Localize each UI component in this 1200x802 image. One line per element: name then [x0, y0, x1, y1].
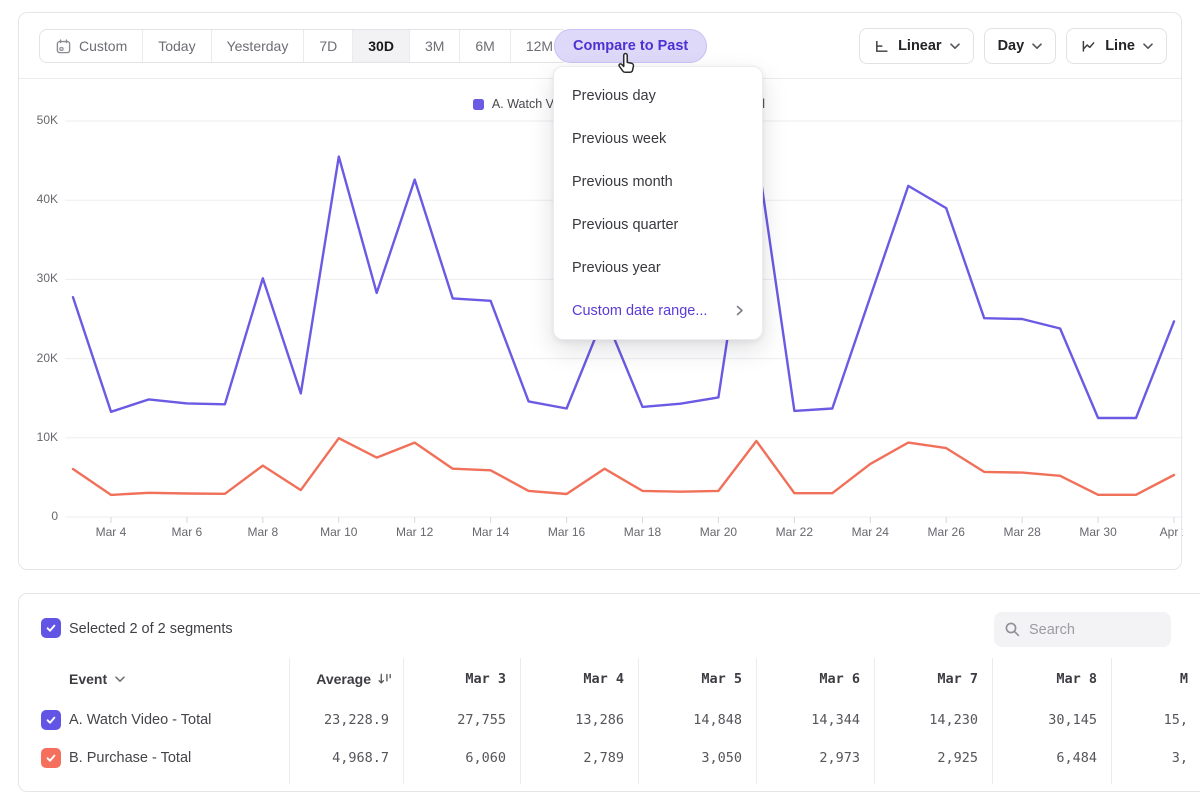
- date-range-label: 30D: [368, 38, 394, 54]
- date-column-header: Mar 8: [992, 665, 1111, 693]
- x-tick-label: Mar 20: [700, 525, 738, 539]
- value-cell: 14,230: [874, 706, 992, 734]
- chevron-right-icon: [736, 305, 744, 316]
- date-range-7d[interactable]: 7D: [304, 30, 353, 62]
- date-range-3m[interactable]: 3M: [410, 30, 460, 62]
- series-line: [73, 438, 1174, 495]
- chart-type-selector-button[interactable]: Line: [1066, 28, 1167, 64]
- value-cell: 2,925: [874, 744, 992, 772]
- search-icon: [1004, 621, 1021, 638]
- menu-item-previous-quarter[interactable]: Previous quarter: [554, 203, 762, 246]
- event-column-header[interactable]: Event: [69, 665, 125, 693]
- date-column-header: M: [1111, 665, 1188, 693]
- custom-date-range-label: Custom date range...: [572, 303, 707, 319]
- date-column-header: Mar 4: [520, 665, 638, 693]
- chevron-down-icon: [1032, 43, 1042, 50]
- x-tick-label: Mar 26: [928, 525, 966, 539]
- date-range-30d[interactable]: 30D: [353, 30, 410, 62]
- compare-to-past-menu: Previous dayPrevious weekPrevious monthP…: [553, 66, 763, 340]
- menu-item-previous-day[interactable]: Previous day: [554, 74, 762, 117]
- sort-descending-icon[interactable]: [378, 672, 393, 686]
- compare-to-past-button[interactable]: Compare to Past: [554, 29, 707, 63]
- x-tick-label: Mar 22: [776, 525, 814, 539]
- segment-row-label: A. Watch Video - Total: [69, 706, 211, 734]
- dashboard-page: Custom Today Yesterday 7D 30D 3M 6M 12M Compare…: [0, 0, 1200, 802]
- scale-selector-button[interactable]: Linear: [859, 28, 974, 64]
- value-cell: 3,: [1111, 744, 1188, 772]
- search-input[interactable]: [1029, 622, 1149, 638]
- chevron-down-icon: [1143, 43, 1153, 50]
- average-cell: 4,968.7: [289, 744, 403, 772]
- event-header-label: Event: [69, 671, 107, 687]
- date-range-segmented-control: Custom Today Yesterday 7D 30D 3M 6M 12M: [39, 29, 569, 63]
- chevron-down-icon: [950, 43, 960, 50]
- menu-item-previous-week[interactable]: Previous week: [554, 117, 762, 160]
- value-cell: 27,755: [403, 706, 520, 734]
- date-range-label: 7D: [319, 38, 337, 54]
- date-column-header: Mar 6: [756, 665, 874, 693]
- segment-row-checkbox[interactable]: [41, 748, 61, 768]
- date-range-label: Yesterday: [227, 38, 289, 54]
- segment-row-checkbox[interactable]: [41, 710, 61, 730]
- value-cell: 14,848: [638, 706, 756, 734]
- date-column-header: Mar 3: [403, 665, 520, 693]
- interval-selector-label: Day: [998, 38, 1025, 54]
- x-tick-label: Mar 18: [624, 525, 662, 539]
- x-tick-label: Mar 16: [548, 525, 586, 539]
- line-chart-icon: [1080, 38, 1097, 55]
- chart-type-selector-label: Line: [1105, 38, 1135, 54]
- menu-item-previous-month[interactable]: Previous month: [554, 160, 762, 203]
- date-range-custom[interactable]: Custom: [40, 30, 143, 62]
- value-cell: 30,145: [992, 706, 1111, 734]
- value-cell: 6,484: [992, 744, 1111, 772]
- date-range-label: 12M: [526, 38, 553, 54]
- x-tick-label: Mar 30: [1079, 525, 1117, 539]
- date-range-label: 6M: [475, 38, 494, 54]
- average-column-header[interactable]: Average: [289, 665, 403, 693]
- scale-selector-label: Linear: [898, 38, 942, 54]
- date-range-6m[interactable]: 6M: [460, 30, 510, 62]
- date-column-header: Mar 5: [638, 665, 756, 693]
- x-tick-label: Mar 12: [396, 525, 434, 539]
- value-cell: 14,344: [756, 706, 874, 734]
- segments-card: Selected 2 of 2 segments Event Average Mar…: [18, 593, 1200, 792]
- x-tick-label: Mar 10: [320, 525, 358, 539]
- check-icon: [45, 622, 57, 634]
- value-cell: 15,: [1111, 706, 1188, 734]
- x-tick-label: Mar 28: [1003, 525, 1041, 539]
- average-header-label: Average: [316, 671, 371, 687]
- check-icon: [45, 714, 57, 726]
- value-cell: 2,789: [520, 744, 638, 772]
- x-tick-label: Mar 4: [96, 525, 127, 539]
- date-range-label: 3M: [425, 38, 444, 54]
- date-range-label: Custom: [79, 38, 127, 54]
- x-tick-label: Apr 1: [1160, 525, 1183, 539]
- date-range-label: Today: [158, 38, 195, 54]
- x-tick-label: Mar 6: [172, 525, 203, 539]
- menu-item-custom-date-range[interactable]: Custom date range...: [554, 289, 762, 332]
- date-range-today[interactable]: Today: [143, 30, 211, 62]
- calendar-icon: [55, 38, 72, 55]
- check-icon: [45, 752, 57, 764]
- menu-item-previous-year[interactable]: Previous year: [554, 246, 762, 289]
- date-column-header: Mar 7: [874, 665, 992, 693]
- x-tick-label: Mar 24: [852, 525, 890, 539]
- value-cell: 13,286: [520, 706, 638, 734]
- x-tick-label: Mar 8: [247, 525, 278, 539]
- select-all-checkbox[interactable]: [41, 618, 61, 638]
- chevron-down-icon: [115, 676, 125, 683]
- selected-segments-label: Selected 2 of 2 segments: [69, 619, 233, 640]
- x-tick-label: Mar 14: [472, 525, 510, 539]
- search-box[interactable]: [994, 612, 1171, 647]
- value-cell: 3,050: [638, 744, 756, 772]
- interval-selector-button[interactable]: Day: [984, 28, 1057, 64]
- value-cell: 2,973: [756, 744, 874, 772]
- axis-scale-icon: [873, 38, 890, 55]
- average-cell: 23,228.9: [289, 706, 403, 734]
- chart-display-controls: Linear Day Line: [859, 28, 1167, 64]
- segment-row-label: B. Purchase - Total: [69, 744, 191, 772]
- date-range-yesterday[interactable]: Yesterday: [212, 30, 305, 62]
- value-cell: 6,060: [403, 744, 520, 772]
